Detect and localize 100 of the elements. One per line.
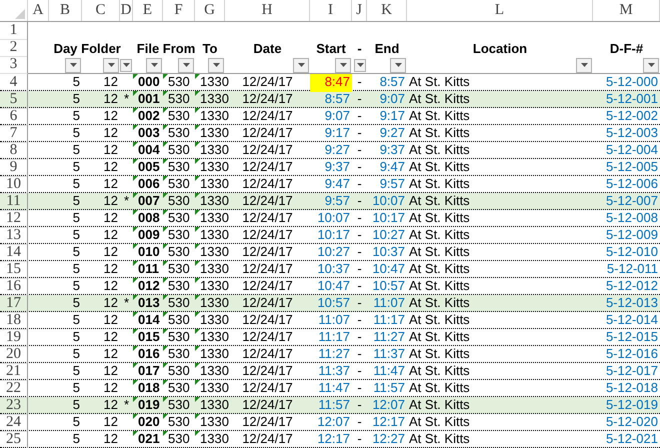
cell-text: 5 [72,363,80,378]
cell-text: 11:07 [373,295,405,310]
filter-button[interactable] [643,58,659,72]
corner-triangle-icon [163,244,168,249]
cell-text: 5-12-015 [606,329,658,344]
row-header[interactable]: 15 [0,261,28,279]
row-header[interactable]: 24 [0,414,28,432]
cell-text: 530 [168,176,190,191]
cell-text: 530 [168,91,190,106]
filter-button[interactable] [335,58,351,72]
cell-text: At St. Kitts [409,329,470,344]
cell-text: 12 [104,74,118,89]
row-header[interactable]: 17 [0,295,28,313]
row-header[interactable]: 11 [0,193,28,211]
cell-text: 011 [138,261,159,276]
cell-text: 9:37 [324,159,350,174]
row-header[interactable]: 3 [0,56,28,74]
corner-triangle-icon [133,363,138,368]
column-header[interactable]: F [163,0,195,21]
cell-text: 5-12-000 [606,74,658,89]
cell-text: 007 [138,193,160,208]
filter-button[interactable] [178,58,194,72]
cell-text: 004 [138,142,160,157]
filter-button[interactable] [120,58,132,72]
cell-text: 003 [138,125,160,140]
column-header[interactable]: B [49,0,82,21]
filter-button[interactable] [390,58,406,72]
cell-text: 5-12-010 [606,244,658,259]
filter-button[interactable] [576,58,592,72]
row-header[interactable]: 21 [0,363,28,381]
row-header[interactable]: 2 [0,39,28,57]
row-header[interactable]: 7 [0,125,28,143]
column-header[interactable]: C [82,0,120,21]
cell-text: 12 [104,176,118,191]
filter-button[interactable] [293,58,309,72]
cell-text: 12/24/17 [242,74,293,89]
row-header[interactable]: 12 [0,210,28,228]
row-header[interactable]: 23 [0,397,28,415]
column-title: From [162,40,196,57]
cell-text: 10:17 [317,227,350,242]
column-header[interactable]: J [352,0,367,21]
column-header[interactable]: A [28,0,49,21]
corner-triangle-icon [195,261,200,266]
corner-triangle-icon [133,91,138,96]
cell-text: 530 [168,261,190,276]
cell-text: At St. Kitts [409,91,470,106]
cell-text: 12 [104,295,118,310]
column-header[interactable]: D [120,0,133,21]
row-header[interactable]: 25 [0,431,28,448]
column-header[interactable]: H [225,0,310,21]
corner-triangle-icon [133,380,138,385]
row-header[interactable]: 18 [0,312,28,330]
filter-button[interactable] [208,58,224,72]
corner-triangle-icon [133,397,138,402]
corner-triangle-icon [195,176,200,181]
cell-text: 530 [168,363,190,378]
row-header[interactable]: 8 [0,142,28,160]
filter-button[interactable] [146,58,162,72]
cell-text: - [357,431,362,446]
cell-text: 5-12-021 [606,431,658,446]
cell-text: 5 [72,414,80,429]
row-header[interactable]: 5 [0,91,28,109]
column-header[interactable]: E [133,0,163,21]
cell-text: 5 [72,176,80,191]
cell-text: * [124,91,130,106]
cell-text: 9:07 [380,91,405,106]
cell-text: 9:17 [324,125,350,140]
cell-text: At St. Kitts [409,363,470,378]
column-header[interactable]: G [195,0,225,21]
corner-triangle-icon [163,363,168,368]
cell-text: 12/24/17 [242,193,293,208]
cell-text: 530 [168,380,190,395]
column-header[interactable]: I [310,0,352,21]
row-header[interactable]: 20 [0,346,28,364]
cell-text: 530 [168,346,190,361]
cell-text: 8:57 [324,91,350,106]
row-header[interactable]: 13 [0,227,28,245]
cell-text: 530 [168,159,190,174]
corner-triangle-icon [133,295,138,300]
cell-text: 9:27 [380,125,405,140]
column-header[interactable]: K [367,0,407,21]
caret-icon [298,63,304,67]
cell-text: 1330 [200,74,229,89]
row-header[interactable]: 14 [0,244,28,262]
filter-button[interactable] [354,58,366,72]
corner-triangle-icon [133,227,138,232]
filter-button[interactable] [103,58,119,72]
cell-text: 1330 [200,142,229,157]
filter-button[interactable] [65,58,81,72]
caret-icon [108,63,114,67]
cell-text: 530 [168,74,190,89]
column-header[interactable]: L [407,0,593,21]
cell-text: 12 [104,397,118,412]
column-header[interactable]: M [593,0,660,21]
corner-triangle-icon [133,210,138,215]
row-header[interactable]: 9 [0,159,28,177]
corner-triangle-icon [163,159,168,164]
row-header[interactable]: 19 [0,329,28,347]
row-header[interactable]: 1 [0,22,28,40]
row-header[interactable]: 6 [0,108,28,126]
